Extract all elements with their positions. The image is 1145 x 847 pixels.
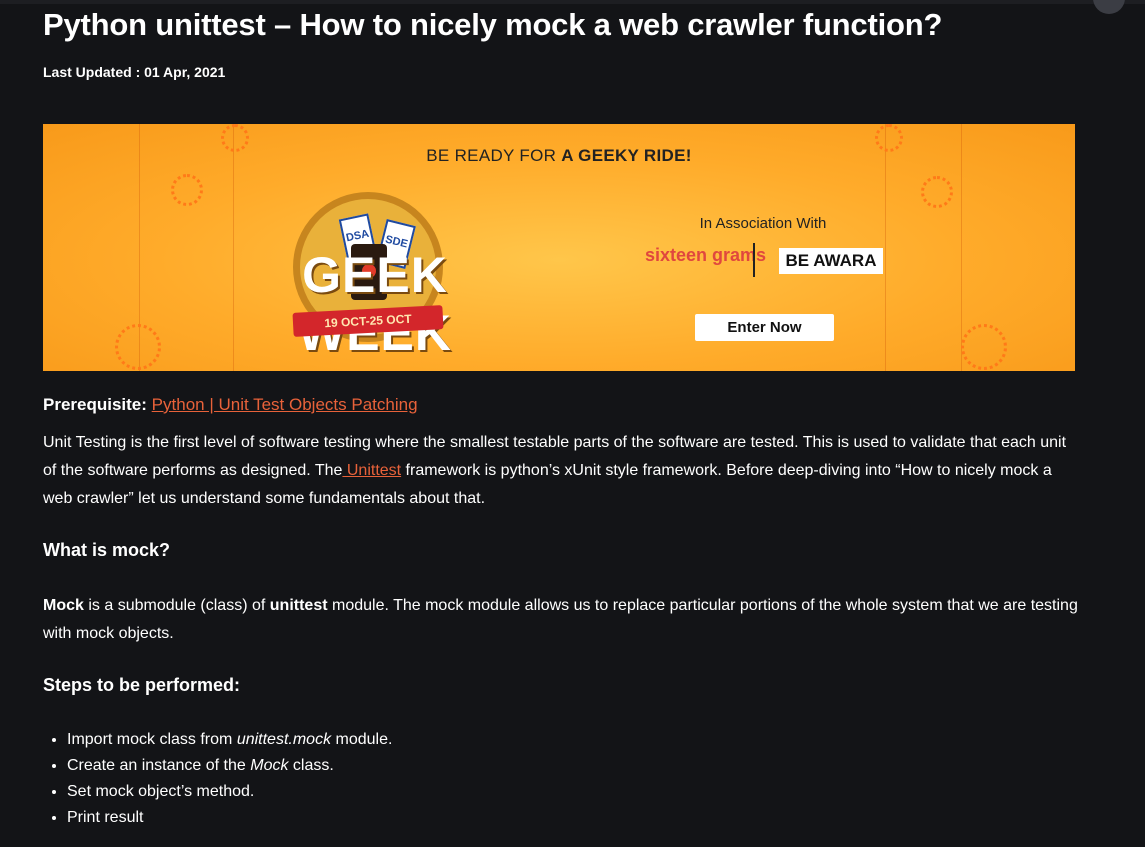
- flower-decoration: [921, 176, 953, 208]
- association-label: In Association With: [699, 215, 827, 232]
- mock-text: is a submodule (class) of: [83, 597, 270, 614]
- prerequisite-line: Prerequisite: Python | Unit Test Objects…: [43, 391, 1083, 419]
- last-updated: Last Updated : 01 Apr, 2021: [43, 64, 226, 80]
- intro-paragraph: Unit Testing is the first level of softw…: [43, 429, 1083, 513]
- heading-steps: Steps to be performed:: [43, 675, 241, 695]
- mock-paragraph: Mock is a submodule (class) of unittest …: [43, 592, 1083, 648]
- prerequisite-label: Prerequisite:: [43, 395, 147, 414]
- be-awara-logo: BE AWARA: [779, 248, 883, 274]
- list-item: Import mock class from unittest.mock mod…: [67, 727, 392, 753]
- list-item: Create an instance of the Mock class.: [67, 753, 392, 779]
- enter-now-button[interactable]: Enter Now: [695, 314, 834, 341]
- list-item: Set mock object’s method.: [67, 779, 392, 805]
- logo-divider: [753, 243, 755, 277]
- scroll-top-button[interactable]: [1093, 0, 1125, 14]
- flower-decoration: [961, 324, 1007, 370]
- steps-list: Import mock class from unittest.mock mod…: [43, 727, 392, 831]
- mock-term: Mock: [43, 597, 84, 614]
- flower-decoration: [115, 324, 161, 370]
- list-item: Print result: [67, 805, 392, 831]
- unittest-term: unittest: [269, 597, 328, 614]
- unittest-link[interactable]: Unittest: [342, 462, 401, 479]
- prerequisite-link[interactable]: Python | Unit Test Objects Patching: [152, 395, 418, 414]
- banner-headline: BE READY FOR A GEEKY RIDE!: [426, 146, 692, 165]
- flower-decoration: [171, 174, 203, 206]
- page-title: Python unittest – How to nicely mock a w…: [43, 7, 943, 42]
- geek-week-banner[interactable]: BE READY FOR A GEEKY RIDE! DSA SDE GEEK …: [43, 124, 1075, 371]
- top-border: [0, 0, 1145, 4]
- event-name: GEEK WEEK: [298, 247, 452, 361]
- sixteen-grams-logo: sixteen grams: [645, 245, 767, 265]
- heading-what-is-mock: What is mock?: [43, 540, 171, 560]
